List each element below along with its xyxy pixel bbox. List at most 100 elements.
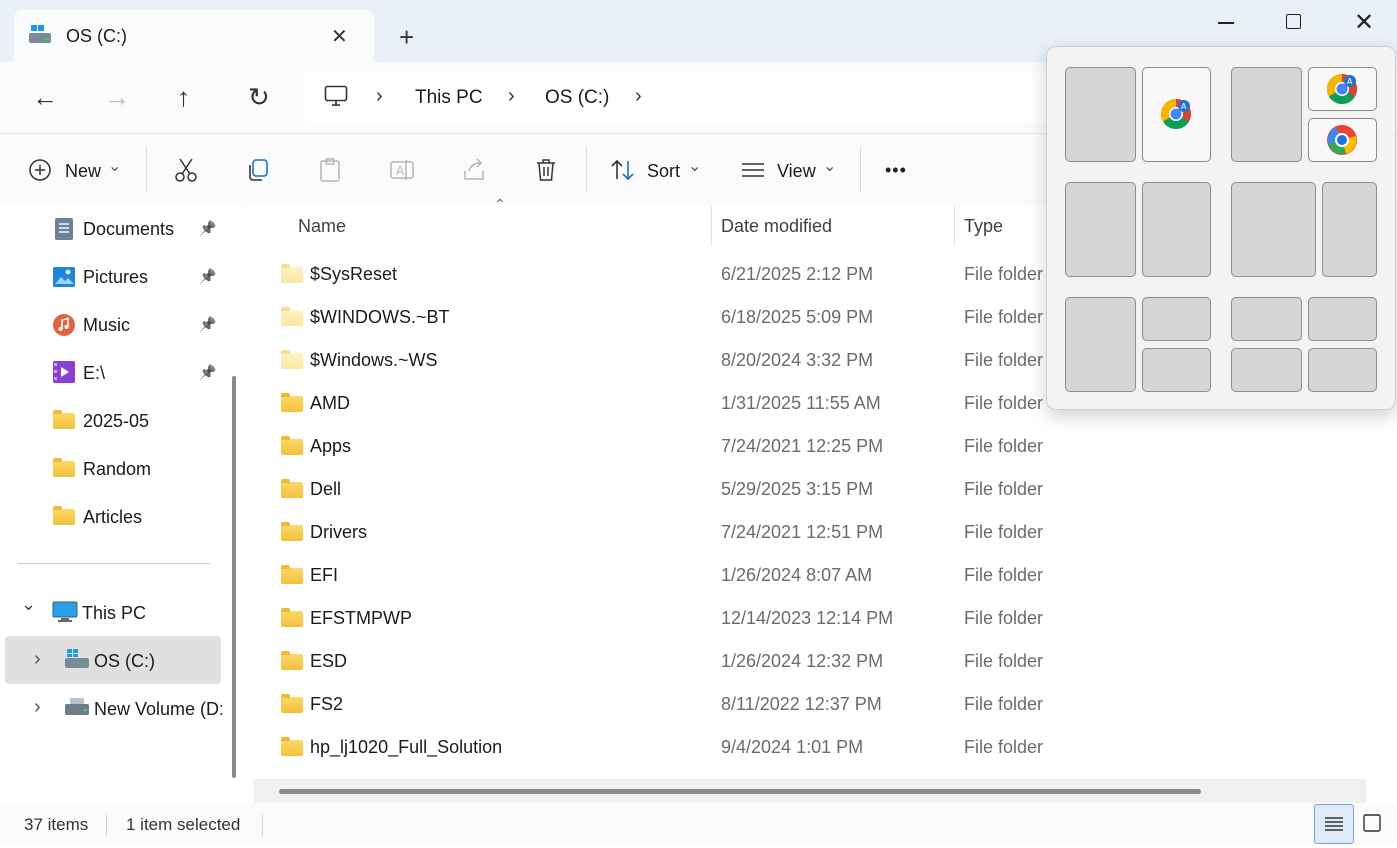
- sidebar-item-os-c[interactable]: OS (C:): [94, 651, 155, 672]
- file-type: File folder: [964, 522, 1044, 542]
- snap-zone[interactable]: [1231, 67, 1302, 162]
- breadcrumb-chevron[interactable]: ›: [508, 85, 515, 108]
- monitor-icon: [52, 601, 78, 622]
- sidebar-item-this-pc[interactable]: This PC: [82, 603, 146, 624]
- file-date-modified: 5/29/2025 3:15 PM: [721, 479, 874, 499]
- back-button[interactable]: ←: [32, 82, 58, 113]
- column-header-name[interactable]: Name: [298, 216, 346, 237]
- folder-icon: [281, 565, 303, 584]
- share-icon[interactable]: [461, 157, 487, 183]
- new-label: New: [65, 161, 102, 181]
- new-tab-button[interactable]: +: [399, 22, 414, 53]
- sidebar-item-pictures[interactable]: Pictures: [83, 267, 148, 288]
- snap-zone[interactable]: [1065, 67, 1136, 162]
- snap-zone[interactable]: [1142, 297, 1211, 341]
- file-date-modified: 6/21/2025 2:12 PM: [721, 264, 874, 284]
- file-date-modified: 8/11/2022 12:37 PM: [721, 694, 882, 714]
- view-list-icon: [742, 163, 764, 177]
- sidebar-item-documents[interactable]: Documents: [83, 219, 174, 240]
- new-button[interactable]: New ⌄: [28, 158, 126, 184]
- snap-zone[interactable]: [1308, 348, 1377, 392]
- close-tab-icon[interactable]: ✕: [331, 24, 348, 49]
- file-name: FS2: [310, 694, 344, 714]
- column-header-date[interactable]: Date modified: [721, 216, 832, 237]
- snap-zone[interactable]: [1322, 182, 1377, 277]
- snap-zone[interactable]: [1231, 348, 1302, 392]
- svg-text:A: A: [396, 164, 405, 178]
- breadcrumb-this-pc[interactable]: This PC: [415, 87, 483, 109]
- chrome-icon: A: [1326, 74, 1358, 105]
- pin-icon: 📌: [199, 268, 217, 284]
- file-type: File folder: [964, 436, 1044, 456]
- file-date-modified: 7/24/2021 12:51 PM: [721, 522, 884, 542]
- breadcrumb-chevron[interactable]: ›: [376, 85, 383, 108]
- view-label: View: [777, 161, 816, 181]
- svg-text:A: A: [1181, 102, 1187, 111]
- expand-new-volume-icon[interactable]: ›: [34, 696, 41, 719]
- file-type: File folder: [964, 479, 1044, 499]
- horizontal-scrollbar[interactable]: [279, 789, 1201, 794]
- toolbar-divider: [860, 146, 861, 192]
- up-button[interactable]: ↑: [177, 82, 190, 113]
- sidebar-scrollbar[interactable]: [232, 376, 236, 778]
- sidebar-item-random[interactable]: Random: [83, 459, 151, 480]
- toolbar-divider: [146, 146, 147, 192]
- snap-zone[interactable]: [1308, 297, 1377, 341]
- folder-icon: [281, 393, 303, 412]
- file-name: EFI: [310, 565, 339, 585]
- expand-os-c-icon[interactable]: ›: [34, 648, 41, 671]
- chrome-icon: A: [1160, 99, 1192, 130]
- delete-icon[interactable]: [533, 157, 559, 183]
- status-divider: [106, 814, 107, 836]
- more-options-button[interactable]: •••: [885, 160, 907, 181]
- folder-icon: [281, 479, 303, 498]
- sidebar-item-new-volume[interactable]: New Volume (D:: [94, 699, 222, 720]
- copy-icon[interactable]: [245, 157, 271, 183]
- file-name: AMD: [310, 393, 350, 413]
- pin-icon: 📌: [199, 316, 217, 332]
- file-name: ESD: [310, 651, 348, 671]
- sort-button[interactable]: Sort ⌄: [610, 158, 704, 184]
- minimize-button[interactable]: [1218, 22, 1234, 24]
- toolbar-divider: [586, 146, 587, 192]
- cut-icon[interactable]: [173, 157, 199, 183]
- sidebar-item-2025-05[interactable]: 2025-05: [83, 411, 149, 432]
- column-divider[interactable]: [954, 206, 955, 246]
- snap-zone[interactable]: [1142, 182, 1211, 277]
- file-type: File folder: [964, 694, 1044, 714]
- tiles-view-icon[interactable]: [1362, 813, 1384, 835]
- column-divider[interactable]: [711, 206, 712, 246]
- file-type: File folder: [964, 737, 1044, 757]
- forward-button[interactable]: →: [104, 82, 130, 113]
- sidebar-item-music[interactable]: Music: [83, 315, 130, 336]
- file-date-modified: 9/4/2024 1:01 PM: [721, 737, 864, 757]
- collapse-this-pc-icon[interactable]: ⌄: [21, 594, 36, 615]
- drive-icon: [65, 698, 89, 715]
- folder-icon: [281, 737, 303, 756]
- snap-zone[interactable]: [1231, 182, 1316, 277]
- maximize-button[interactable]: [1286, 14, 1301, 29]
- paste-icon[interactable]: [317, 157, 343, 183]
- snap-zone[interactable]: [1142, 348, 1211, 392]
- windows-drive-icon: [28, 24, 52, 46]
- refresh-button[interactable]: ↻: [248, 82, 270, 113]
- column-header-type[interactable]: Type: [964, 216, 1003, 237]
- sidebar-divider: [18, 563, 210, 564]
- folder-icon: [281, 694, 303, 713]
- breadcrumb-chevron[interactable]: ›: [635, 85, 642, 108]
- sidebar-item-articles[interactable]: Articles: [83, 507, 142, 528]
- details-view-button[interactable]: [1314, 804, 1354, 844]
- breadcrumb-os-c[interactable]: OS (C:): [545, 87, 609, 109]
- plus-circle-icon: [29, 159, 51, 181]
- folder-icon: [53, 410, 75, 429]
- view-button[interactable]: View ⌄: [740, 158, 838, 184]
- details-view-icon: [1325, 817, 1343, 831]
- sidebar-item-e-drive[interactable]: E:\: [83, 363, 105, 384]
- snap-zone[interactable]: [1065, 297, 1136, 392]
- close-window-button[interactable]: ✕: [1354, 8, 1374, 37]
- snap-zone[interactable]: [1231, 297, 1302, 341]
- music-icon: [53, 314, 75, 336]
- rename-icon[interactable]: A: [389, 157, 415, 183]
- snap-zone[interactable]: [1065, 182, 1136, 277]
- file-type: File folder: [964, 565, 1044, 585]
